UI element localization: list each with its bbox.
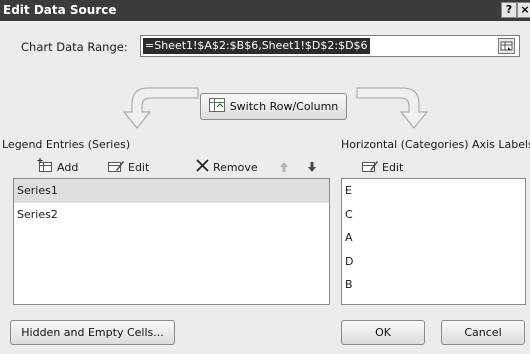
- ok-label: OK: [375, 326, 391, 339]
- title-bar: Edit Data Source ? ×: [0, 0, 530, 21]
- axis-label-text: C: [345, 207, 353, 221]
- series-row[interactable]: Series1: [14, 179, 329, 203]
- hidden-empty-cells-label: Hidden and Empty Cells...: [21, 326, 164, 339]
- axis-label-row[interactable]: B: [342, 273, 525, 297]
- edit-series-label: Edit: [128, 160, 150, 174]
- series-row-label: Series1: [17, 184, 58, 197]
- edit-series-icon: [108, 159, 124, 176]
- switch-row-column-button[interactable]: Switch Row/Column: [200, 93, 347, 120]
- edit-series-button[interactable]: Edit: [108, 157, 149, 177]
- hidden-empty-cells-button[interactable]: Hidden and Empty Cells...: [10, 320, 175, 345]
- axis-label-text: A: [345, 231, 353, 244]
- switch-row-column-icon: [208, 98, 225, 115]
- switch-row-column-label: Switch Row/Column: [229, 100, 339, 113]
- axis-labels-label: Horizontal (Categories) Axis Labels: [341, 138, 530, 151]
- remove-series-label: Remove: [213, 160, 258, 174]
- close-button[interactable]: ×: [517, 2, 530, 18]
- right-curved-arrow: [356, 87, 429, 129]
- left-curved-arrow: [122, 87, 199, 129]
- cancel-button[interactable]: Cancel: [441, 320, 525, 345]
- collapse-dialog-icon[interactable]: [498, 38, 515, 54]
- series-row-label: Series2: [17, 208, 58, 221]
- ok-button[interactable]: OK: [341, 320, 425, 345]
- chart-data-range-label-text: Chart Data Range:: [21, 40, 128, 54]
- edit-axis-icon: [362, 159, 378, 176]
- axis-label-row[interactable]: A: [342, 226, 525, 250]
- remove-series-button[interactable]: Remove: [196, 157, 258, 177]
- axis-label-text: B: [345, 278, 353, 291]
- axis-label-row[interactable]: C: [342, 203, 525, 227]
- series-listbox[interactable]: Series1 Series2: [13, 178, 330, 305]
- series-row[interactable]: Series2: [14, 203, 329, 227]
- axis-label-text: D: [345, 254, 354, 268]
- chart-data-range-label: Chart Data Range:: [21, 40, 128, 54]
- axis-labels-listbox[interactable]: E C A D B: [341, 178, 526, 305]
- move-up-icon[interactable]: [279, 157, 289, 177]
- legend-entries-label: Legend Entries (Series): [2, 138, 131, 151]
- axis-label-row[interactable]: E: [342, 179, 525, 203]
- edit-axis-labels-label: Edit: [382, 160, 404, 174]
- help-button[interactable]: ?: [501, 2, 517, 18]
- edit-axis-labels-button[interactable]: Edit: [362, 157, 403, 177]
- add-series-label: Add: [57, 160, 79, 174]
- add-series-icon: [37, 158, 53, 176]
- axis-label-row[interactable]: D: [342, 250, 525, 274]
- remove-series-icon: [196, 159, 209, 175]
- dialog-title: Edit Data Source: [3, 3, 117, 17]
- move-down-icon[interactable]: [307, 157, 317, 177]
- axis-label-text: E: [345, 184, 352, 197]
- dialog-body: Chart Data Range: =Sheet1!$A$2:$B$6,Shee…: [0, 21, 530, 354]
- cancel-label: Cancel: [464, 326, 502, 339]
- add-series-button[interactable]: Add: [37, 157, 78, 177]
- chart-data-range-input[interactable]: =Sheet1!$A$2:$B$6,Sheet1!$D$2:$D$6: [140, 35, 520, 57]
- chart-data-range-value: =Sheet1!$A$2:$B$6,Sheet1!$D$2:$D$6: [143, 38, 370, 54]
